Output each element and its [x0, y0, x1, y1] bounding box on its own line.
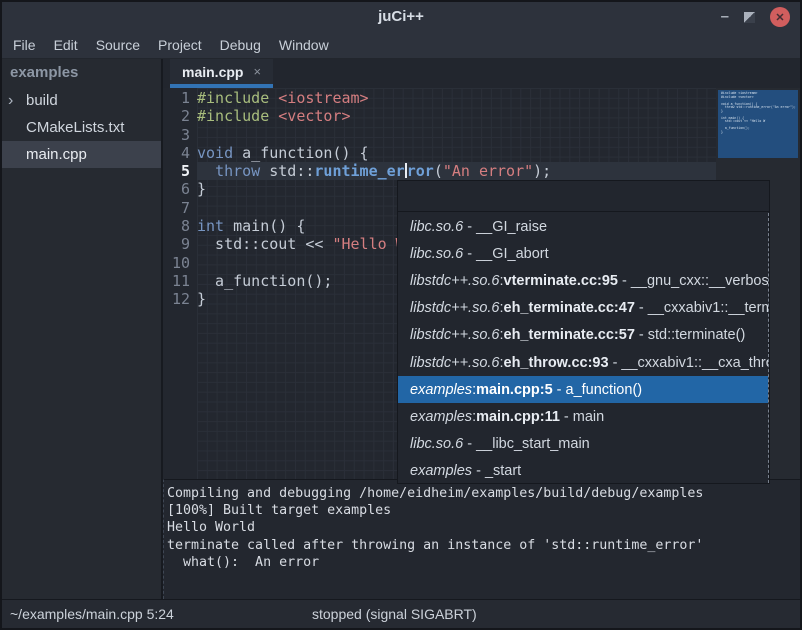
backtrace-popup: libc.so.6 - __GI_raiselibc.so.6 - __GI_a…: [397, 180, 770, 484]
line-number: 9: [163, 235, 190, 253]
code-line: 1 #include <iostream>: [163, 89, 716, 107]
chevron-right-icon: ›: [8, 94, 24, 108]
menu-item-source[interactable]: Source: [95, 37, 141, 53]
tree-item-cmakelists-txt[interactable]: CMakeLists.txt: [2, 114, 161, 141]
close-button[interactable]: ✕: [770, 7, 790, 27]
code-line: 4 void a_function() {: [163, 144, 716, 162]
restore-button[interactable]: [744, 12, 755, 23]
line-number: 10: [163, 254, 190, 272]
line-number: 6: [163, 180, 190, 198]
tree-item-label: build: [26, 92, 58, 109]
menu-item-window[interactable]: Window: [278, 37, 330, 53]
line-number: 2: [163, 107, 190, 125]
debug-status: stopped (signal SIGABRT): [312, 600, 477, 628]
line-number: 11: [163, 272, 190, 290]
tab-main-cpp[interactable]: main.cpp ×: [170, 59, 273, 88]
backtrace-list: libc.so.6 - __GI_raiselibc.so.6 - __GI_a…: [398, 213, 769, 483]
statusbar: ~/examples/main.cpp 5:24 stopped (signal…: [2, 599, 800, 628]
code-text: #include <vector>: [197, 107, 351, 125]
code-text: throw std::runtime_error("An error");: [197, 162, 551, 180]
line-number: 1: [163, 89, 190, 107]
line-number: 3: [163, 126, 190, 144]
backtrace-item[interactable]: libstdc++.so.6:vterminate.cc:95 - __gnu_…: [398, 267, 768, 294]
window-title: juCi++: [2, 2, 800, 32]
backtrace-item[interactable]: libstdc++.so.6:eh_terminate.cc:47 - __cx…: [398, 295, 768, 322]
code-line: 3: [163, 126, 716, 144]
code-text: }: [197, 180, 206, 198]
code-line: 2 #include <vector>: [163, 107, 716, 125]
line-number: 8: [163, 217, 190, 235]
backtrace-item[interactable]: libstdc++.so.6:eh_terminate.cc:57 - std:…: [398, 322, 768, 349]
code-text: #include <iostream>: [197, 89, 369, 107]
backtrace-item[interactable]: examples:main.cpp:5 - a_function(): [398, 376, 768, 403]
tree-item-label: CMakeLists.txt: [26, 119, 124, 136]
file-tree: ›build CMakeLists.txt main.cpp: [2, 87, 161, 168]
menubar: File Edit Source Project Debug Window: [2, 32, 800, 59]
code-text: }: [197, 290, 206, 308]
app-window: juCi++ – ✕ File Edit Source Project Debug Win…: [0, 0, 802, 630]
backtrace-item[interactable]: examples - _start: [398, 458, 768, 483]
project-name: examples: [2, 59, 161, 87]
menu-item-project[interactable]: Project: [157, 37, 203, 53]
code-text: int main() {: [197, 217, 305, 235]
minimap-slider[interactable]: #include <iostream> #include <vector> vo…: [718, 90, 798, 158]
terminal-output[interactable]: Compiling and debugging /home/eidheim/ex…: [163, 479, 800, 599]
backtrace-item[interactable]: examples:main.cpp:11 - main: [398, 403, 768, 430]
minimap-code: #include <iostream> #include <vector> vo…: [718, 90, 798, 135]
line-number: 12: [163, 290, 190, 308]
code-text: a_function();: [197, 272, 332, 290]
menu-item-debug[interactable]: Debug: [219, 37, 262, 53]
line-number: 5: [163, 162, 190, 180]
menu-item-file[interactable]: File: [12, 37, 37, 53]
tree-item-main-cpp[interactable]: main.cpp: [2, 141, 161, 168]
tab-close-icon[interactable]: ×: [253, 65, 261, 78]
tree-item-label: main.cpp: [26, 146, 87, 163]
titlebar: juCi++ – ✕: [2, 2, 800, 32]
backtrace-item[interactable]: libc.so.6 - __libc_start_main: [398, 431, 768, 458]
window-controls: – ✕: [721, 2, 790, 32]
code-text: std::cout << "Hello W: [197, 235, 405, 253]
code-text: void a_function() {: [197, 144, 369, 162]
backtrace-item[interactable]: libc.so.6 - __GI_raise: [398, 213, 768, 240]
code-line: 5 throw std::runtime_error("An error");: [163, 162, 716, 180]
backtrace-item[interactable]: libc.so.6 - __GI_abort: [398, 240, 768, 267]
menu-item-edit[interactable]: Edit: [53, 37, 79, 53]
line-number: 4: [163, 144, 190, 162]
terminal-text: Compiling and debugging /home/eidheim/ex…: [164, 480, 800, 571]
line-number: 7: [163, 199, 190, 217]
cursor-position: ~/examples/main.cpp 5:24: [10, 600, 174, 628]
tabbar: main.cpp ×: [163, 59, 800, 88]
backtrace-item[interactable]: libstdc++.so.6:eh_throw.cc:93 - __cxxabi…: [398, 349, 768, 376]
minimize-button[interactable]: –: [721, 12, 729, 22]
tree-item-build[interactable]: ›build: [2, 87, 161, 114]
sidebar: examples ›build CMakeLists.txt main.cpp: [2, 59, 163, 599]
tab-label: main.cpp: [182, 64, 243, 80]
backtrace-filter-entry[interactable]: [398, 181, 769, 212]
